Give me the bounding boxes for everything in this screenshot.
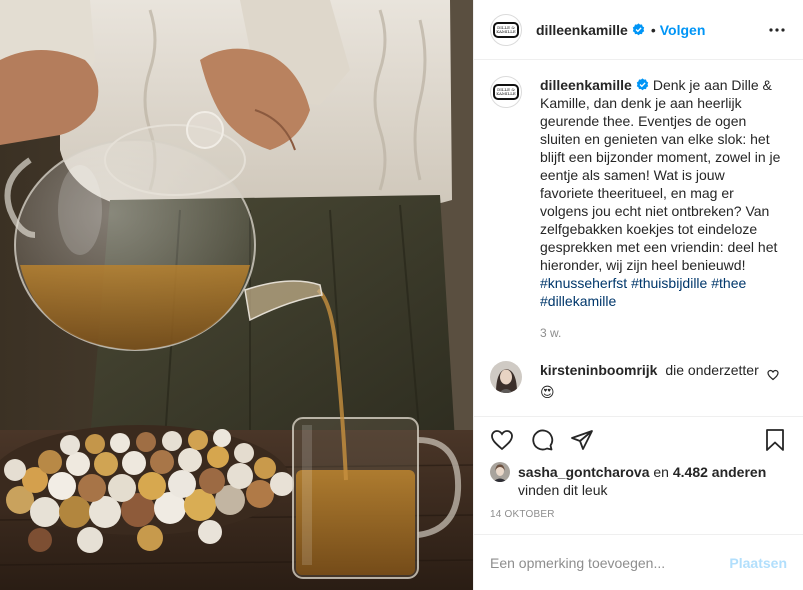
comment-input[interactable] [490,554,730,571]
caption-text-block: dilleenkamille Denk je aan Dille & Kamil… [540,76,782,342]
post-actions-section: sasha_gontcharova en 4.482 anderen vinde… [474,416,803,520]
comment-item: kirsteninboomrijk die onderzetter 😍 [490,361,787,401]
comment-like-heart-icon[interactable] [767,369,779,381]
post-header: DILLE & KAMILLE dilleenkamille • Volgen [474,0,803,60]
likes-connector: en [653,464,669,480]
account-avatar[interactable]: DILLE & KAMILLE [490,13,522,46]
liker-username[interactable]: sasha_gontcharova [518,464,650,480]
comment-icon[interactable] [530,428,554,452]
header-username[interactable]: dilleenkamille [536,22,628,38]
heart-eyes-emoji-icon: 😍 [540,384,555,400]
logo-text-bottom: KAMILLE [496,91,516,96]
caption-avatar[interactable]: DILLE & KAMILLE [490,76,522,108]
hashtag-link[interactable]: #thee [711,275,746,291]
post-date[interactable]: 14 OKTOBER [490,509,787,520]
teapot-pouring-tea-photo [0,0,473,590]
post-details-panel: DILLE & KAMILLE dilleenkamille • Volgen [473,0,803,590]
share-icon[interactable] [570,428,594,452]
hashtag-link[interactable]: #knusseherfst [540,275,627,291]
post-comment-button[interactable]: Plaatsen [729,555,787,571]
caption: DILLE & KAMILLE dilleenkamille Denk je a… [490,76,787,342]
verified-badge-icon [636,78,649,91]
comment-text: die onderzetter [665,362,759,378]
hashtag-link[interactable]: #thuisbijdille [631,275,707,291]
logo-text-bottom: KAMILLE [496,28,516,34]
caption-text: Denk je aan Dille & Kamille, dan denk je… [540,77,781,273]
add-comment-bar: Plaatsen [474,534,803,590]
more-options-icon[interactable] [765,18,789,42]
hashtag-link[interactable]: #dillekamille [540,293,616,309]
brand-logo: DILLE & KAMILLE [493,84,519,100]
likes-summary: sasha_gontcharova en 4.482 anderen vinde… [490,462,787,499]
liker-avatar[interactable] [490,462,510,482]
commenter-avatar[interactable] [490,361,522,393]
likes-suffix: vinden dit leuk [518,482,608,498]
likes-text: sasha_gontcharova en 4.482 anderen vinde… [518,463,778,499]
brand-logo: DILLE & KAMILLE [493,21,519,38]
follow-button[interactable]: Volgen [660,22,706,38]
action-bar [490,417,787,463]
comments-section[interactable]: DILLE & KAMILLE dilleenkamille Denk je a… [474,60,803,416]
header-separator: • [650,21,656,38]
instagram-post: DILLE & KAMILLE dilleenkamille • Volgen [0,0,803,590]
bookmark-icon[interactable] [763,428,787,452]
caption-username[interactable]: dilleenkamille [540,77,632,93]
comment-body: kirsteninboomrijk die onderzetter 😍 [540,361,768,401]
caption-hashtags: #knusseherfst #thuisbijdille #thee #dill… [540,275,746,309]
heart-icon[interactable] [490,428,514,452]
verified-badge-icon [632,23,645,36]
likes-others-count[interactable]: 4.482 anderen [673,464,766,480]
post-photo[interactable] [0,0,473,590]
caption-time-ago[interactable]: 3 w. [540,324,782,342]
comment-username[interactable]: kirsteninboomrijk [540,362,657,378]
